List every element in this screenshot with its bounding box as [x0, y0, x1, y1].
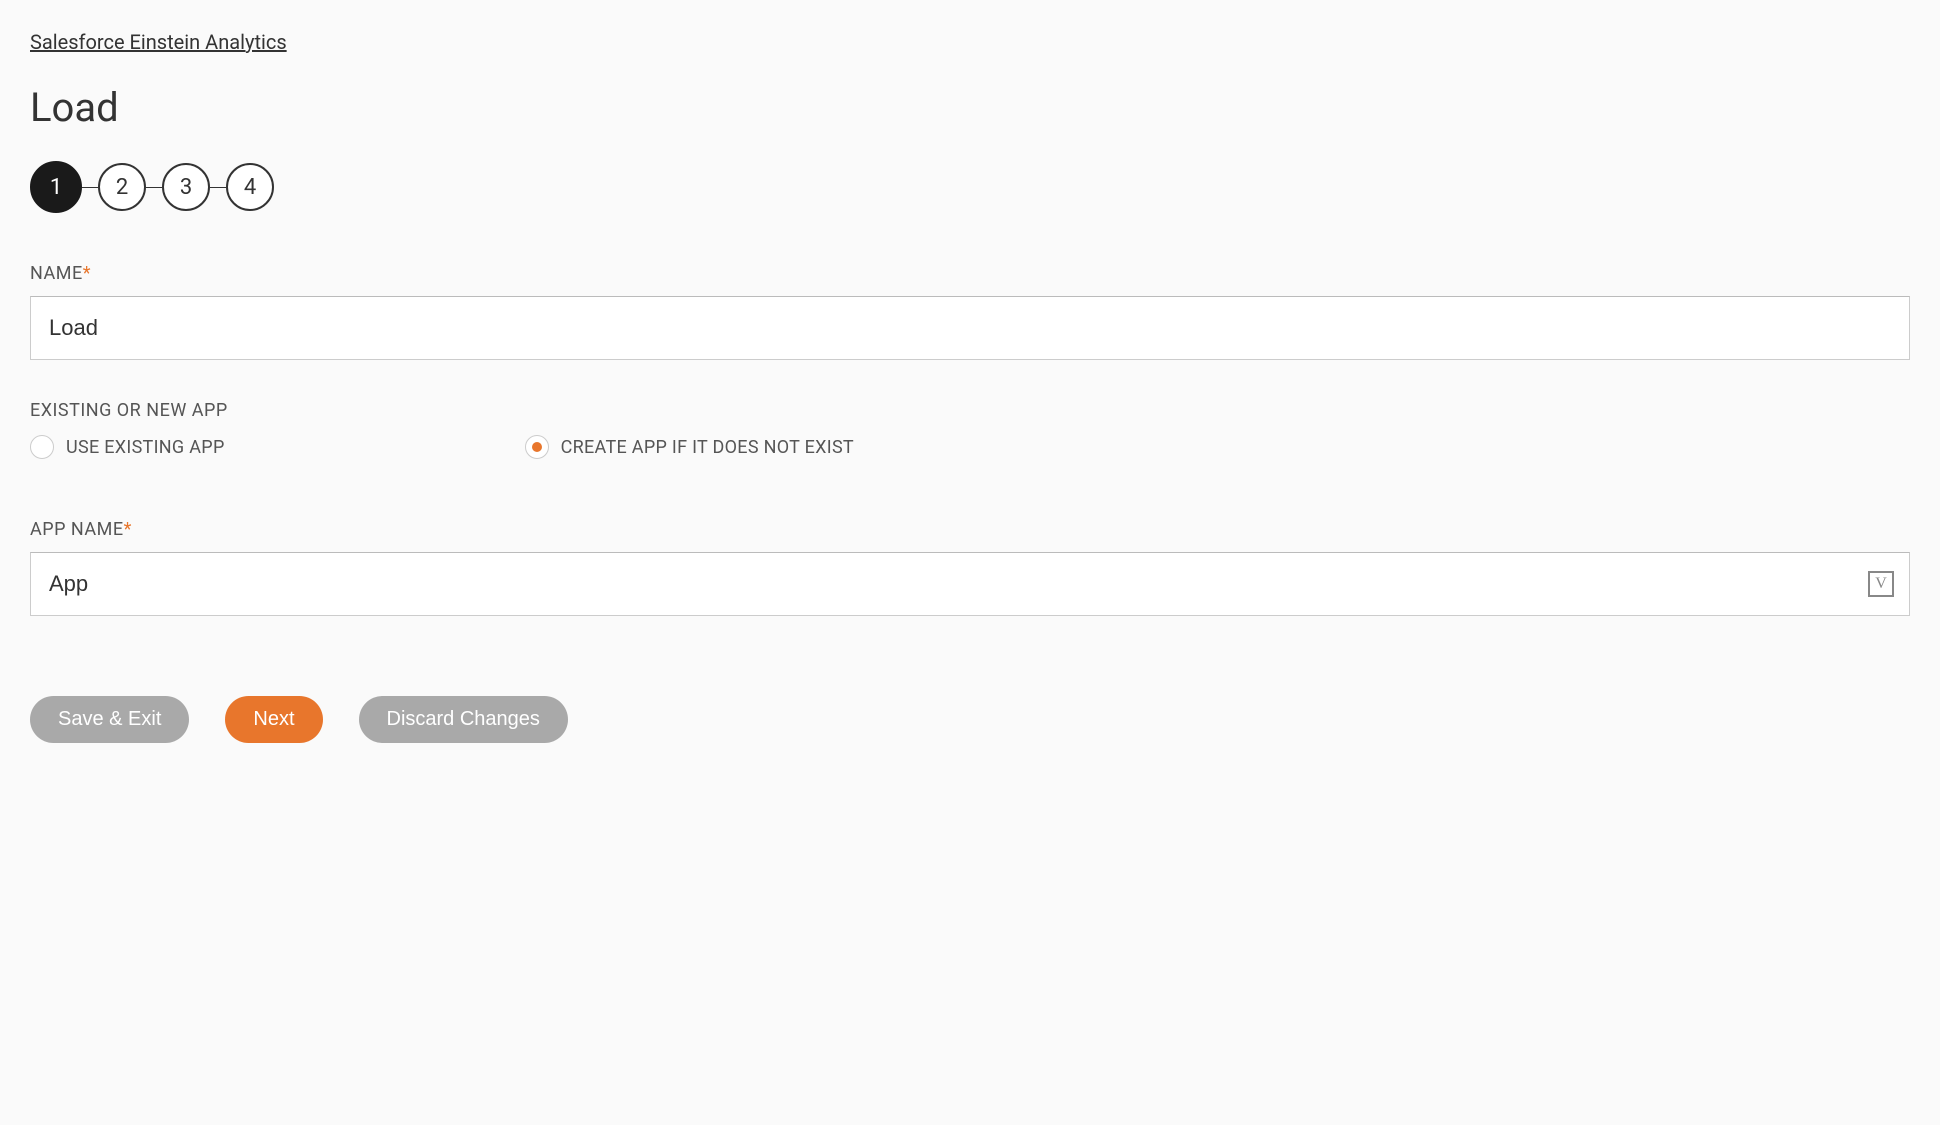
- app-name-label-text: APP NAME: [30, 519, 124, 540]
- step-3[interactable]: 3: [162, 163, 210, 211]
- radio-create-if-not-exist[interactable]: CREATE APP IF IT DOES NOT EXIST: [525, 435, 854, 459]
- step-connector: [82, 187, 98, 188]
- app-name-label: APP NAME*: [30, 519, 1910, 540]
- radio-row: USE EXISTING APP CREATE APP IF IT DOES N…: [30, 435, 1910, 459]
- save-exit-button[interactable]: Save & Exit: [30, 696, 189, 743]
- step-connector: [146, 187, 162, 188]
- step-4[interactable]: 4: [226, 163, 274, 211]
- radio-use-existing[interactable]: USE EXISTING APP: [30, 435, 225, 459]
- required-mark: *: [83, 263, 91, 284]
- radio-circle-icon: [30, 435, 54, 459]
- step-connector: [210, 187, 226, 188]
- field-app-name-group: APP NAME* V: [30, 519, 1910, 616]
- radio-circle-icon: [525, 435, 549, 459]
- app-name-input[interactable]: [30, 552, 1910, 616]
- discard-changes-button[interactable]: Discard Changes: [359, 696, 568, 743]
- variable-icon[interactable]: V: [1868, 571, 1894, 597]
- page-title: Load: [30, 84, 1910, 131]
- name-input[interactable]: [30, 296, 1910, 360]
- name-label-text: NAME: [30, 263, 83, 284]
- existing-or-new-label: EXISTING OR NEW APP: [30, 400, 1910, 421]
- button-row: Save & Exit Next Discard Changes: [30, 696, 1910, 743]
- field-name-group: NAME*: [30, 263, 1910, 360]
- name-label: NAME*: [30, 263, 1910, 284]
- app-name-input-wrapper: V: [30, 552, 1910, 616]
- breadcrumb-link[interactable]: Salesforce Einstein Analytics: [30, 30, 287, 54]
- field-existing-or-new-group: EXISTING OR NEW APP USE EXISTING APP CRE…: [30, 400, 1910, 459]
- required-mark: *: [124, 519, 132, 540]
- radio-use-existing-label: USE EXISTING APP: [66, 437, 225, 458]
- step-1[interactable]: 1: [30, 161, 82, 213]
- next-button[interactable]: Next: [225, 696, 322, 743]
- radio-create-if-not-exist-label: CREATE APP IF IT DOES NOT EXIST: [561, 437, 854, 458]
- stepper: 1 2 3 4: [30, 161, 1910, 213]
- step-2[interactable]: 2: [98, 163, 146, 211]
